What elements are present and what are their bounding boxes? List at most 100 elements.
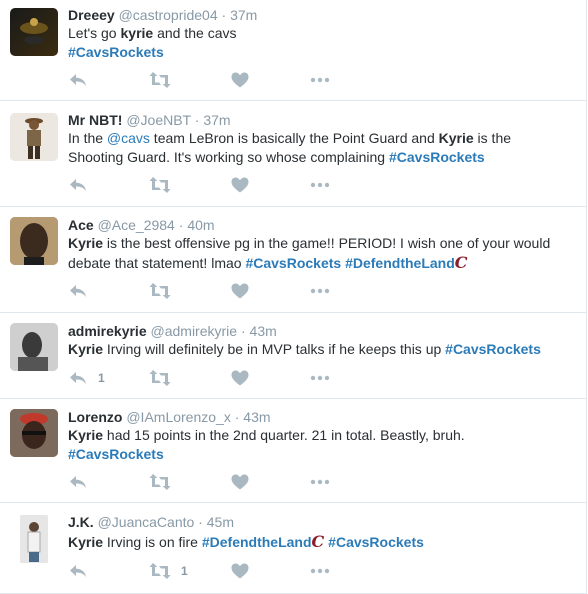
avatar[interactable] bbox=[10, 323, 58, 371]
display-name[interactable]: Dreeey bbox=[68, 7, 115, 23]
display-name[interactable]: Ace bbox=[68, 217, 94, 233]
username[interactable]: @IAmLorenzo_x bbox=[126, 409, 230, 425]
retweet-button[interactable] bbox=[149, 281, 171, 301]
tweet[interactable]: Mr NBT! @JoeNBT · 37m In the @cavs team … bbox=[0, 101, 586, 207]
avatar[interactable] bbox=[10, 217, 58, 265]
timestamp[interactable]: 37m bbox=[230, 7, 257, 23]
avatar[interactable] bbox=[20, 515, 48, 563]
more-button[interactable] bbox=[310, 472, 330, 492]
like-button[interactable] bbox=[230, 281, 250, 301]
mention-link[interactable]: @cavs bbox=[107, 130, 150, 146]
display-name[interactable]: Mr NBT! bbox=[68, 112, 122, 128]
retweet-count: 1 bbox=[181, 564, 188, 578]
avatar[interactable] bbox=[10, 409, 58, 457]
retweet-icon bbox=[149, 175, 171, 195]
timestamp[interactable]: 43m bbox=[243, 409, 270, 425]
more-icon bbox=[310, 472, 330, 492]
reply-button[interactable] bbox=[68, 70, 88, 90]
tweet[interactable]: Dreeey @castropride04 · 37m Let's go kyr… bbox=[0, 0, 586, 101]
retweet-button[interactable]: 1 bbox=[149, 561, 188, 581]
tweet-header: admirekyrie @admirekyrie · 43m bbox=[68, 322, 277, 340]
tweet-text: Kyrie Irving will definitely be in MVP t… bbox=[68, 340, 568, 359]
avatar-image bbox=[10, 409, 58, 457]
reply-button[interactable] bbox=[68, 561, 88, 581]
more-icon bbox=[310, 175, 330, 195]
more-button[interactable] bbox=[310, 561, 330, 581]
hashtag-link[interactable]: #DefendtheLand bbox=[345, 255, 455, 271]
more-button[interactable] bbox=[310, 70, 330, 90]
cavs-logo-emoji: C bbox=[311, 532, 325, 551]
timestamp[interactable]: 45m bbox=[207, 514, 234, 530]
text-highlight: Kyrie bbox=[68, 534, 104, 550]
cavs-logo-emoji: C bbox=[454, 253, 468, 272]
more-button[interactable] bbox=[310, 368, 330, 388]
username[interactable]: @castropride04 bbox=[119, 7, 218, 23]
tweet-header: Mr NBT! @JoeNBT · 37m bbox=[68, 111, 231, 129]
username[interactable]: @admirekyrie bbox=[151, 323, 238, 339]
text-highlight: Kyrie bbox=[68, 235, 104, 251]
separator: · bbox=[174, 217, 188, 233]
like-button[interactable] bbox=[230, 70, 250, 90]
text-segment: Irving is on fire bbox=[103, 534, 202, 550]
text-segment: team LeBron is basically the Point Guard… bbox=[149, 130, 439, 146]
like-icon bbox=[230, 175, 250, 195]
retweet-icon bbox=[149, 281, 171, 301]
hashtag-link[interactable]: #CavsRockets bbox=[389, 149, 485, 165]
hashtag-link[interactable]: #CavsRockets bbox=[68, 446, 164, 462]
reply-icon bbox=[68, 70, 88, 90]
timestamp[interactable]: 43m bbox=[250, 323, 277, 339]
more-button[interactable] bbox=[310, 281, 330, 301]
hashtag-link[interactable]: #DefendtheLand bbox=[202, 534, 312, 550]
avatar[interactable] bbox=[10, 8, 58, 56]
timestamp[interactable]: 37m bbox=[203, 112, 230, 128]
tweet-text: In the @cavs team LeBron is basically th… bbox=[68, 129, 568, 167]
reply-icon bbox=[68, 175, 88, 195]
hashtag-link[interactable]: #CavsRockets bbox=[445, 341, 541, 357]
text-highlight: kyrie bbox=[120, 25, 154, 41]
display-name[interactable]: J.K. bbox=[68, 514, 94, 530]
reply-icon bbox=[68, 281, 88, 301]
hashtag-link[interactable]: #CavsRockets bbox=[68, 44, 164, 60]
more-button[interactable] bbox=[310, 175, 330, 195]
tweet-actions bbox=[68, 472, 368, 492]
avatar[interactable] bbox=[10, 113, 58, 161]
reply-button[interactable] bbox=[68, 175, 88, 195]
like-button[interactable] bbox=[230, 561, 250, 581]
like-button[interactable] bbox=[230, 175, 250, 195]
tweet[interactable]: Ace @Ace_2984 · 40m Kyrie is the best of… bbox=[0, 207, 586, 313]
retweet-icon bbox=[149, 70, 171, 90]
timestamp[interactable]: 40m bbox=[187, 217, 214, 233]
tweet-actions bbox=[68, 281, 368, 301]
tweet-header: J.K. @JuancaCanto · 45m bbox=[68, 513, 234, 531]
retweet-button[interactable] bbox=[149, 70, 171, 90]
display-name[interactable]: admirekyrie bbox=[68, 323, 147, 339]
display-name[interactable]: Lorenzo bbox=[68, 409, 122, 425]
separator: · bbox=[194, 514, 207, 530]
separator: · bbox=[230, 409, 244, 425]
text-segment: In the bbox=[68, 130, 107, 146]
tweet-actions bbox=[68, 70, 368, 90]
username[interactable]: @Ace_2984 bbox=[98, 217, 175, 233]
tweet-text: Kyrie had 15 points in the 2nd quarter. … bbox=[68, 426, 568, 464]
tweet-text: Kyrie is the best offensive pg in the ga… bbox=[68, 234, 568, 273]
avatar-image bbox=[10, 113, 58, 161]
retweet-button[interactable] bbox=[149, 472, 171, 492]
hashtag-link[interactable]: #CavsRockets bbox=[245, 255, 341, 271]
reply-button[interactable] bbox=[68, 472, 88, 492]
like-button[interactable] bbox=[230, 472, 250, 492]
username[interactable]: @JoeNBT bbox=[126, 112, 191, 128]
more-icon bbox=[310, 561, 330, 581]
reply-button[interactable]: 1 bbox=[68, 368, 105, 388]
reply-button[interactable] bbox=[68, 281, 88, 301]
retweet-button[interactable] bbox=[149, 175, 171, 195]
more-icon bbox=[310, 281, 330, 301]
text-segment: debate that statement! lmao bbox=[68, 255, 246, 271]
username[interactable]: @JuancaCanto bbox=[98, 514, 195, 530]
tweet[interactable]: admirekyrie @admirekyrie · 43m Kyrie Irv… bbox=[0, 313, 586, 399]
retweet-button[interactable] bbox=[149, 368, 171, 388]
tweet[interactable]: Lorenzo @IAmLorenzo_x · 43m Kyrie had 15… bbox=[0, 399, 586, 503]
tweet[interactable]: J.K. @JuancaCanto · 45m Kyrie Irving is … bbox=[0, 503, 586, 594]
tweet-text: Let's go kyrie and the cavs #CavsRockets bbox=[68, 24, 568, 62]
hashtag-link[interactable]: #CavsRockets bbox=[328, 534, 424, 550]
like-button[interactable] bbox=[230, 368, 250, 388]
